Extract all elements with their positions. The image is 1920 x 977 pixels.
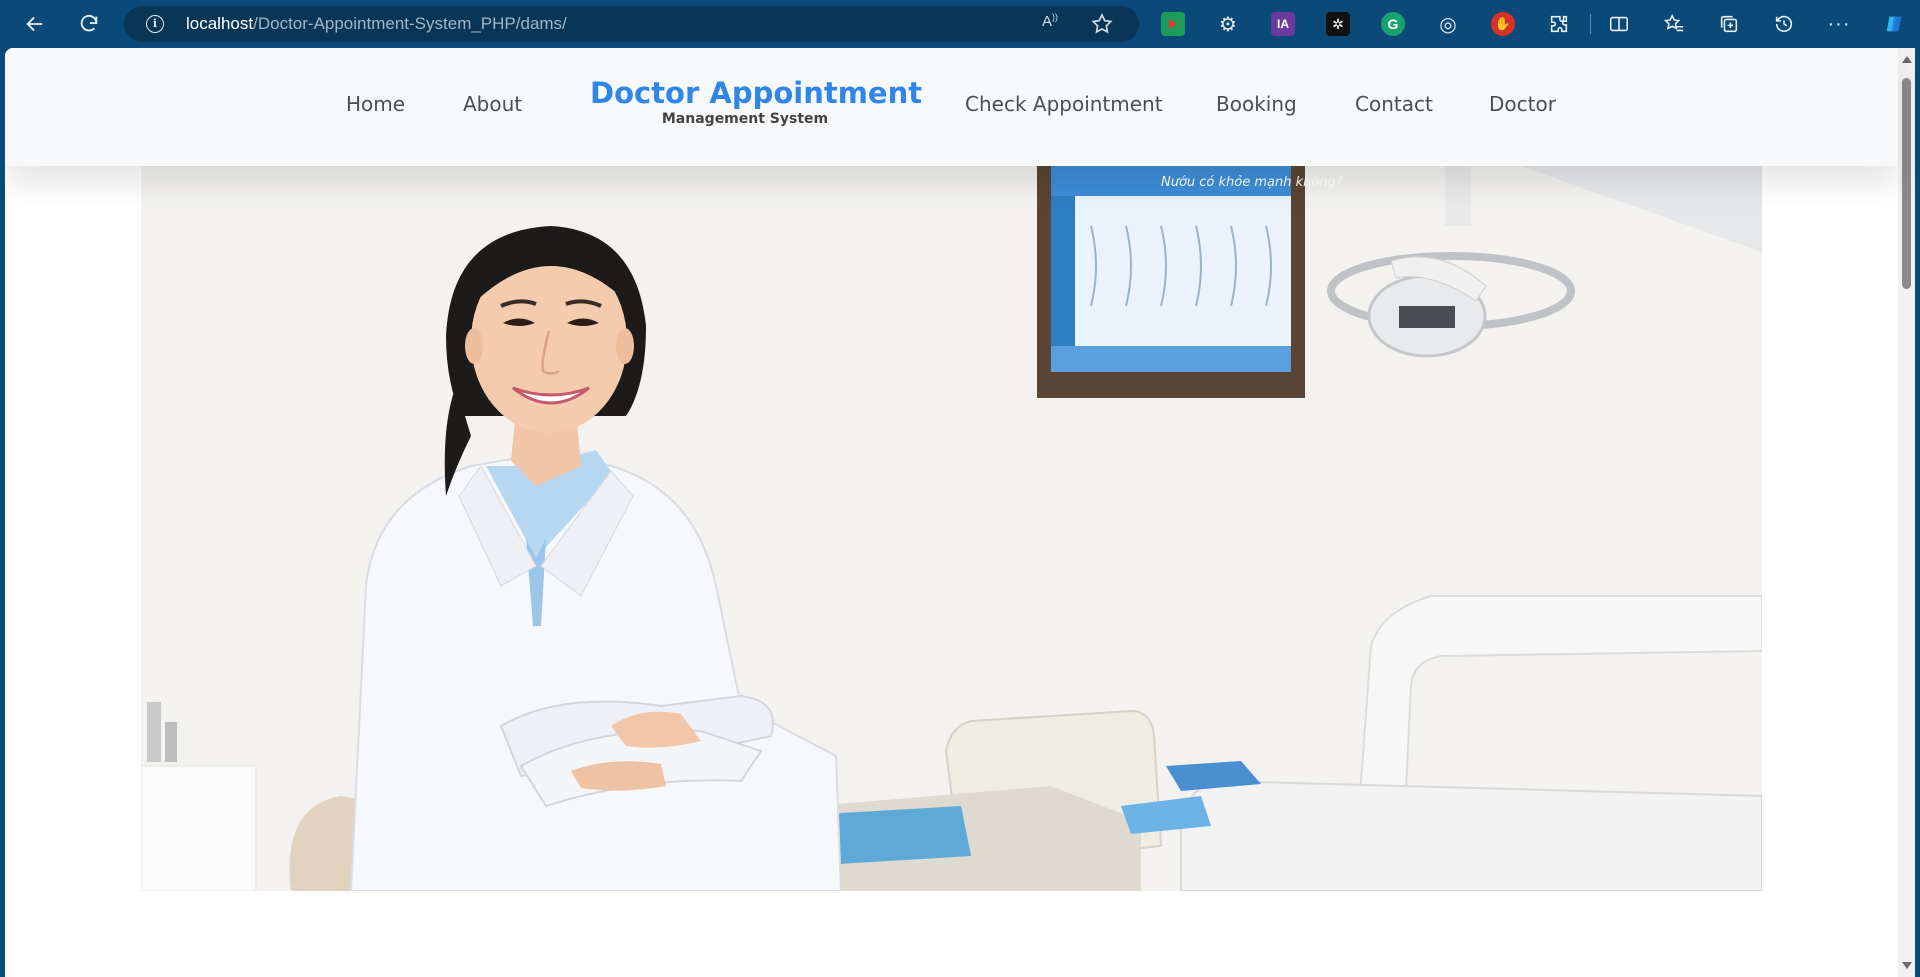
chatgpt-extension-icon[interactable]: ✲ [1326, 12, 1350, 36]
site-navbar: Home About Doctor Appointment Management… [5, 48, 1898, 166]
target-extension-icon[interactable]: ◎ [1436, 12, 1460, 36]
site-info-icon[interactable]: i [146, 15, 164, 33]
gear-extension-icon[interactable]: ⚙ [1216, 12, 1240, 36]
poster-heading: Nướu có khỏe mạnh không? [1161, 175, 1343, 190]
extensions-puzzle-icon[interactable] [1541, 6, 1577, 42]
scroll-down-arrow-icon[interactable] [1902, 962, 1912, 969]
grammarly-extension-icon[interactable]: G [1381, 12, 1405, 36]
back-arrow-icon [26, 16, 43, 32]
nav-link-about[interactable]: About [463, 92, 522, 116]
history-icon[interactable] [1766, 6, 1802, 42]
more-options-icon[interactable]: ··· [1821, 6, 1857, 42]
address-bar[interactable]: i localhost/Doctor-Appointment-System_PH… [124, 6, 1139, 42]
refresh-button[interactable] [71, 6, 107, 42]
poster-frame: Nướu có khỏe mạnh không? [1037, 166, 1343, 398]
url-path: /Doctor-Appointment-System_PHP/dams/ [253, 14, 567, 33]
favorites-icon[interactable] [1656, 6, 1692, 42]
read-aloud-icon[interactable]: A)) [1042, 12, 1066, 36]
address-url[interactable]: localhost/Doctor-Appointment-System_PHP/… [186, 14, 567, 34]
page-viewport: Home About Doctor Appointment Management… [5, 48, 1915, 977]
brand-subtitle: Management System [661, 111, 829, 127]
read-aloud-label: A [1042, 13, 1053, 30]
video-extension-icon[interactable] [1161, 12, 1185, 36]
split-screen-icon[interactable] [1601, 6, 1637, 42]
copilot-icon[interactable] [1876, 6, 1912, 42]
ia-extension-icon[interactable]: IA [1271, 12, 1295, 36]
nav-link-check-appointment[interactable]: Check Appointment [965, 92, 1163, 116]
nav-link-doctor[interactable]: Doctor [1489, 92, 1556, 116]
refresh-icon [80, 14, 98, 32]
scrollbar-thumb[interactable] [1902, 78, 1911, 289]
url-host: localhost [186, 14, 254, 33]
nav-link-contact[interactable]: Contact [1355, 92, 1433, 116]
site-brand[interactable]: Doctor Appointment Management System [590, 76, 923, 127]
collections-icon[interactable] [1711, 6, 1747, 42]
hero-image: Nướu có khỏe mạnh không? [141, 166, 1762, 891]
scroll-up-arrow-icon[interactable] [1902, 56, 1912, 63]
toolbar-separator [1590, 14, 1591, 34]
hand-extension-icon[interactable]: ✋ [1491, 12, 1515, 36]
browser-toolbar: i localhost/Doctor-Appointment-System_PH… [0, 0, 1920, 48]
favorite-star-icon[interactable] [1090, 12, 1114, 36]
nav-link-booking[interactable]: Booking [1216, 92, 1297, 116]
page-scrollbar[interactable] [1898, 48, 1915, 977]
brand-title: Doctor Appointment [590, 76, 923, 110]
nav-link-home[interactable]: Home [346, 92, 405, 116]
doctor-clinic-illustration: Nướu có khỏe mạnh không? [141, 166, 1762, 891]
back-button[interactable] [17, 6, 53, 42]
